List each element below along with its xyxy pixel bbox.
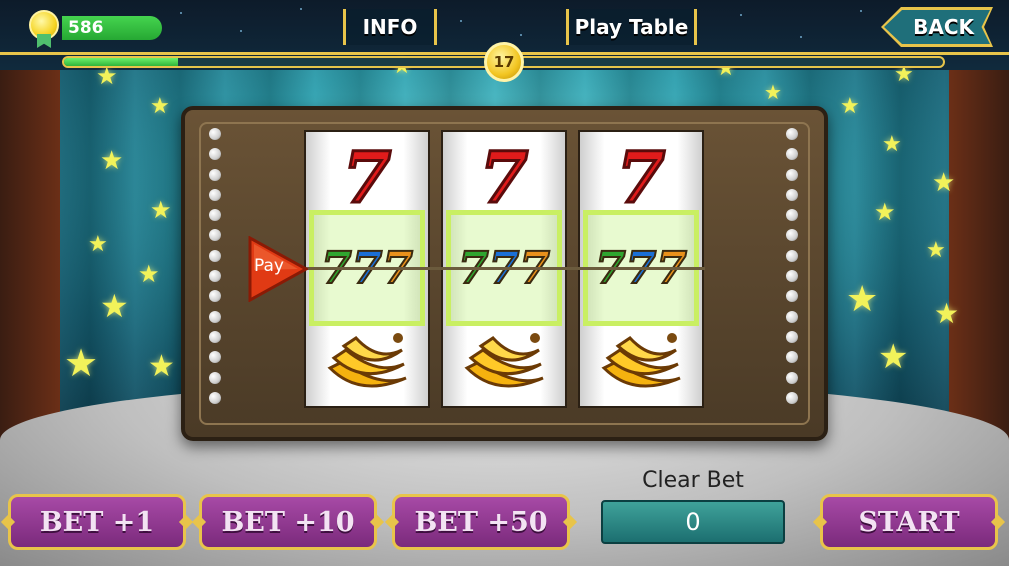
medal-ribbon [37,34,51,48]
seven-symbol: 7 [615,134,667,220]
star-decoration: ★ [148,349,175,384]
start-button[interactable]: START [820,494,998,550]
sky-dot [180,12,182,14]
light-bulb [209,351,221,364]
star-decoration: ★ [882,132,902,157]
star-decoration: ★ [878,337,909,377]
payline-label: Pay [254,256,284,276]
star-decoration: ★ [138,260,160,288]
star-decoration: ★ [934,297,960,330]
star-decoration: ★ [150,196,172,224]
light-bulb [786,391,798,404]
bet-plus-1-button[interactable]: BET +1 [8,494,186,550]
clear-bet-button[interactable]: Clear Bet [600,468,786,493]
bet-amount-display: 0 [601,500,785,544]
light-bulb [209,168,221,181]
play-table-button[interactable]: Play Table [566,9,697,45]
light-bulb [209,371,221,384]
light-bulb [209,249,221,262]
light-bulb [209,229,221,242]
light-bulb [786,188,798,201]
star-decoration: ★ [100,146,124,176]
light-bulb [209,188,221,201]
star-decoration: ★ [150,94,170,119]
star-decoration: ★ [932,168,956,198]
sky-dot [240,30,242,32]
light-bulb [786,310,798,323]
light-bulb [786,371,798,384]
light-bulb [786,270,798,283]
light-bulb [209,310,221,323]
sky-dot [860,10,862,12]
sky-dot [520,34,522,36]
banana-symbol [327,333,407,388]
light-bulb [786,229,798,242]
level-badge: 17 [484,42,524,82]
light-bulb [786,330,798,343]
light-bulb [209,290,221,303]
light-bulb [786,351,798,364]
info-button[interactable]: INFO [343,9,437,45]
light-bulb [209,128,221,140]
banana-symbol [601,333,681,388]
payline [262,267,705,270]
star-decoration: ★ [846,279,879,320]
sky-dot [460,20,462,22]
back-button[interactable]: BACK [884,10,990,44]
light-bulb [786,290,798,303]
star-decoration: ★ [88,232,108,257]
bet-plus-50-button[interactable]: BET +50 [392,494,570,550]
sky-dot [800,36,802,38]
seven-symbol: 7 [341,134,393,220]
star-decoration: ★ [874,198,896,226]
star-decoration: ★ [926,238,946,263]
light-bulb [209,148,221,161]
light-bulb [209,330,221,343]
right-light-strip [786,128,800,412]
banana-symbol [464,333,544,388]
xp-progress-fill [64,58,179,66]
bet-plus-10-button[interactable]: BET +10 [199,494,377,550]
light-bulb [209,270,221,283]
light-bulb [786,249,798,262]
light-bulb [209,391,221,404]
left-light-strip [209,128,223,412]
coin-balance: 586 [62,16,162,40]
sky-dot [300,8,302,10]
medal-icon [26,10,62,48]
sky-dot [740,14,742,16]
light-bulb [786,148,798,161]
light-bulb [786,209,798,222]
star-decoration: ★ [64,341,99,385]
light-bulb [209,209,221,222]
seven-symbol: 7 [478,134,530,220]
light-bulb [786,128,798,140]
star-decoration: ★ [840,94,860,119]
star-decoration: ★ [100,287,129,325]
star-decoration: ★ [764,80,782,104]
light-bulb [786,168,798,181]
